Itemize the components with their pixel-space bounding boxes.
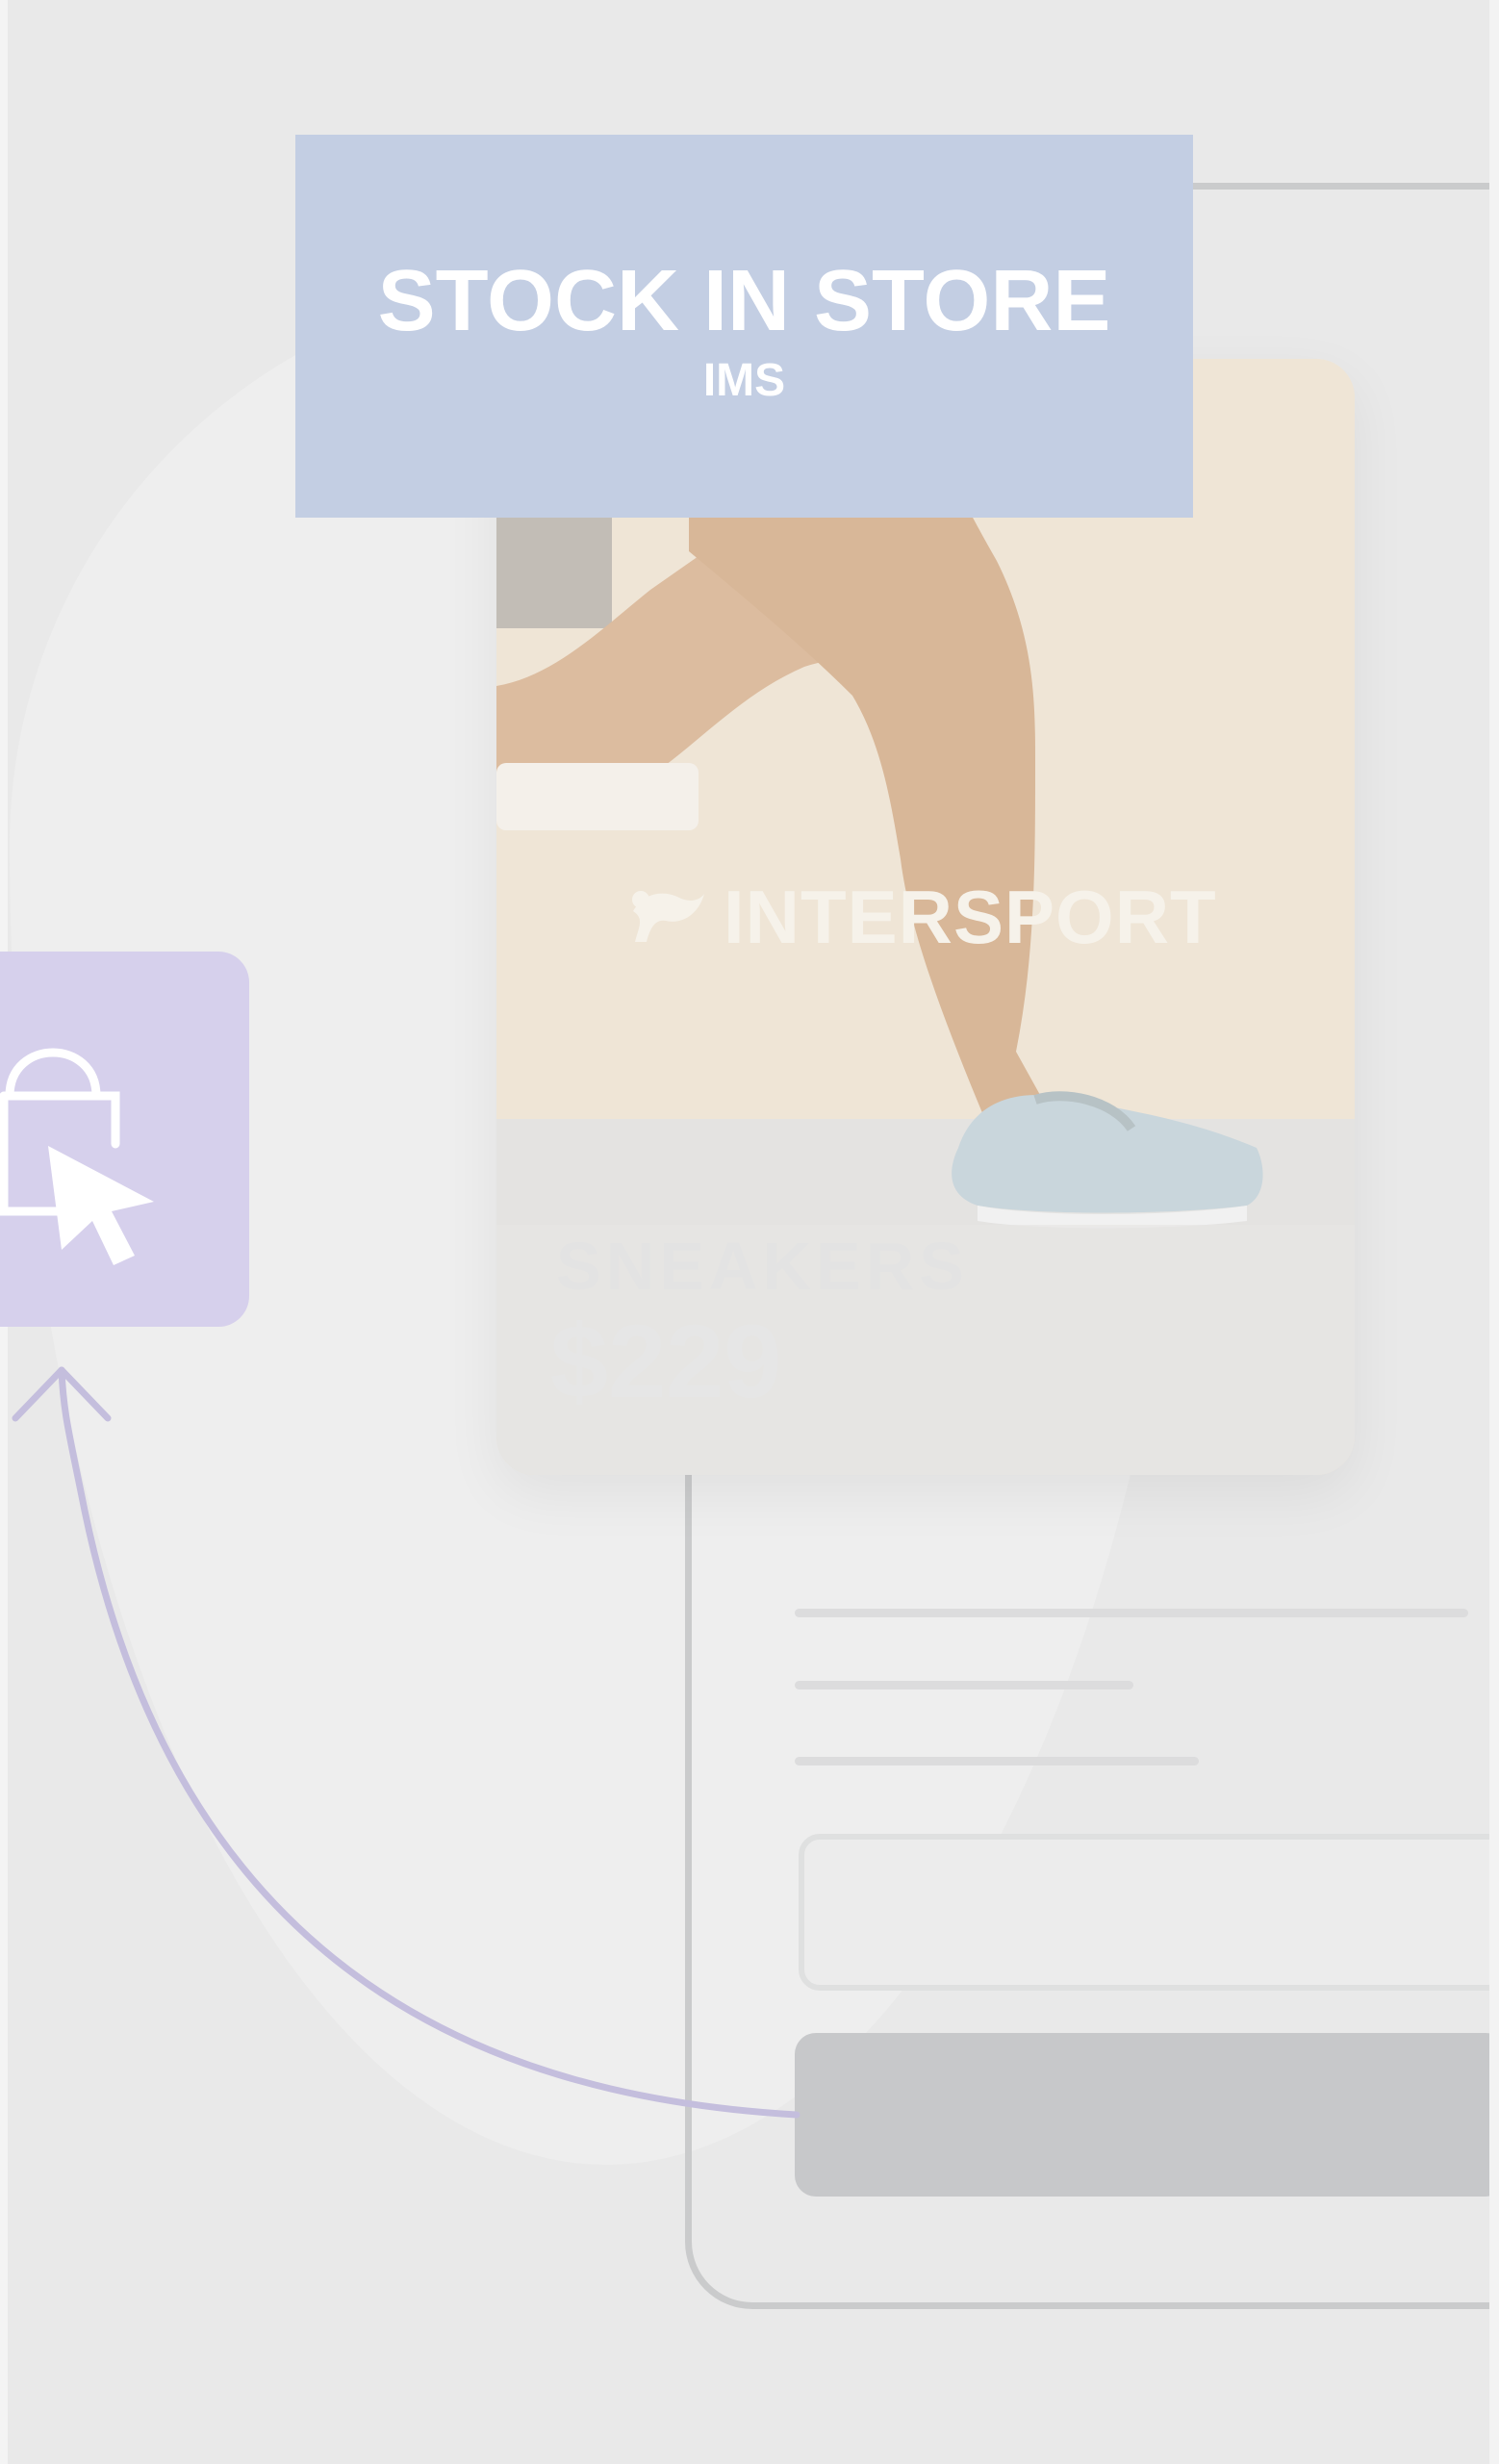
placeholder-text-line <box>795 1757 1199 1765</box>
submit-button[interactable] <box>795 2033 1499 2197</box>
banner-title: STOCK IN STORE <box>377 253 1111 349</box>
add-to-cart-tile[interactable] <box>0 952 249 1327</box>
product-category: SNEAKERS <box>556 1229 969 1304</box>
input-field[interactable] <box>799 1834 1499 1991</box>
placeholder-text-line <box>795 1681 1133 1689</box>
placeholder-text-line <box>795 1609 1468 1617</box>
banner-subtitle: IMS <box>702 355 786 406</box>
shopping-bag-cursor-icon <box>0 1048 154 1265</box>
right-edge <box>1489 0 1499 2464</box>
brand-logo: INTERSPORT <box>631 878 1217 955</box>
header-banner: STOCK IN STORE IMS <box>295 135 1193 518</box>
brand-name: INTERSPORT <box>724 875 1217 959</box>
intersport-logo-icon <box>632 891 704 942</box>
illustration-canvas: INTERSPORT SNEAKERS $229 STOCK IN STORE … <box>0 0 1499 2464</box>
product-price: $229 <box>550 1303 782 1419</box>
product-card[interactable]: INTERSPORT SNEAKERS $229 <box>496 359 1355 1475</box>
